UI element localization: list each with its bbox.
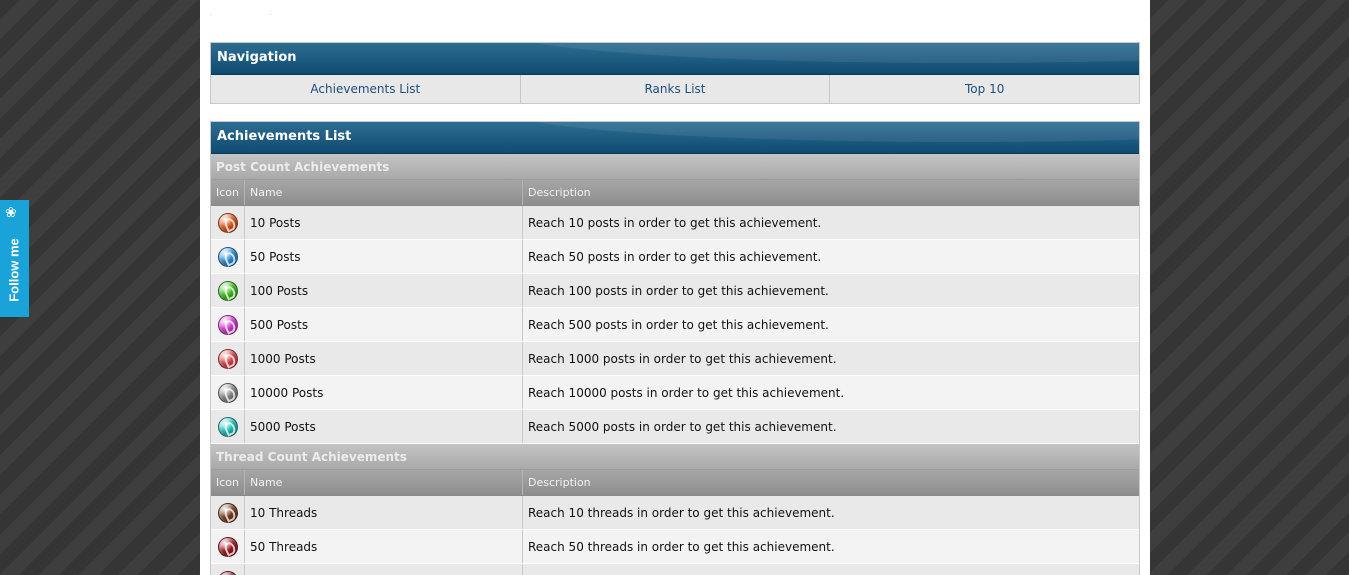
achievements-title: Achievements List (217, 129, 352, 144)
twitter-bird-icon: ❀ (5, 205, 17, 221)
column-header-name: Name (245, 470, 523, 495)
achievement-name: 50 Threads (245, 530, 523, 563)
achievement-name: 10 Threads (245, 496, 523, 529)
column-header-icon: Icon (211, 470, 245, 495)
achievement-row: 500 Posts Reach 500 posts in order to get… (211, 308, 1139, 342)
achievement-medal-icon (217, 280, 238, 301)
achievement-icon-cell (211, 376, 245, 409)
achievement-description: Reach 50 posts in order to get this achi… (528, 249, 822, 264)
achievement-description: Reach 10 threads in order to get this ac… (528, 505, 835, 520)
achievement-medal-icon (217, 246, 238, 267)
column-header-icon: Icon (211, 180, 245, 205)
column-header-row: Icon Name Description (211, 180, 1139, 206)
achievement-description: Reach 500 posts in order to get this ach… (528, 317, 829, 332)
achievement-icon-cell (211, 530, 245, 563)
achievement-description: Reach 5000 posts in order to get this ac… (528, 419, 837, 434)
achievement-row: 5000 Posts Reach 5000 posts in order to g… (211, 410, 1139, 444)
nav-link-top-10[interactable]: Top 10 (830, 75, 1140, 103)
top-divider: · · (210, 12, 300, 19)
achievement-icon-cell (211, 496, 245, 529)
achievement-medal-icon (217, 212, 238, 233)
achievement-medal-icon (217, 348, 238, 369)
column-header-description: Description (528, 186, 591, 199)
achievement-name (245, 564, 523, 575)
achievement-row: 50 Threads Reach 50 threads in order to g… (211, 530, 1139, 564)
achievement-name: 10000 Posts (245, 376, 523, 409)
achievement-row: 100 Posts Reach 100 posts in order to get… (211, 274, 1139, 308)
achievement-description: Reach 100 posts in order to get this ach… (528, 283, 829, 298)
achievement-row: 10 Threads Reach 10 threads in order to g… (211, 496, 1139, 530)
column-header-name: Name (245, 180, 523, 205)
column-header-description: Description (528, 476, 591, 489)
achievement-row: 50 Posts Reach 50 posts in order to get t… (211, 240, 1139, 274)
achievement-row: 10 Posts Reach 10 posts in order to get t… (211, 206, 1139, 240)
achievement-row: 10000 Posts Reach 10000 posts in order to… (211, 376, 1139, 410)
achievement-icon-cell (211, 342, 245, 375)
achievement-description: Reach 50 threads in order to get this ac… (528, 539, 835, 554)
achievement-medal-icon (217, 416, 238, 437)
achievement-row: 1000 Posts Reach 1000 posts in order to g… (211, 342, 1139, 376)
achievement-medal-icon (217, 536, 238, 557)
achievement-name: 1000 Posts (245, 342, 523, 375)
nav-link-ranks-list[interactable]: Ranks List (520, 75, 831, 103)
navigation-panel: Navigation Achievements List Ranks List … (210, 42, 1140, 104)
achievement-description: Reach 10000 posts in order to get this a… (528, 385, 845, 400)
achievements-table: Post Count Achievements Icon Name Descripti… (211, 154, 1139, 575)
achievements-panel: Achievements List Post Count Achievement… (210, 121, 1140, 575)
achievement-icon-cell (211, 308, 245, 341)
achievement-name: 500 Posts (245, 308, 523, 341)
navigation-title: Navigation (217, 50, 297, 65)
achievement-name: 5000 Posts (245, 410, 523, 443)
achievement-medal-icon (217, 570, 238, 575)
achievement-medal-icon (217, 314, 238, 335)
achievement-name: 100 Posts (245, 274, 523, 307)
section-title: Post Count Achievements (211, 154, 1139, 180)
navigation-links: Achievements List Ranks List Top 10 (211, 75, 1140, 103)
achievement-icon-cell (211, 564, 245, 575)
navigation-header: Navigation (211, 43, 1139, 75)
achievement-icon-cell (211, 274, 245, 307)
page-content: · · Navigation Achievements List Ranks L… (200, 0, 1150, 575)
achievement-medal-icon (217, 382, 238, 403)
achievement-description: Reach 1000 posts in order to get this ac… (528, 351, 837, 366)
achievements-header: Achievements List (211, 122, 1139, 154)
column-header-row: Icon Name Description (211, 470, 1139, 496)
achievement-row (211, 564, 1139, 575)
achievement-icon-cell (211, 240, 245, 273)
follow-me-widget[interactable]: ❀ Follow me (0, 200, 29, 317)
achievement-description: Reach 10 posts in order to get this achi… (528, 215, 822, 230)
achievement-description (523, 564, 1139, 575)
achievement-icon-cell (211, 206, 245, 239)
achievement-medal-icon (217, 502, 238, 523)
achievement-icon-cell (211, 410, 245, 443)
achievement-name: 50 Posts (245, 240, 523, 273)
achievement-name: 10 Posts (245, 206, 523, 239)
nav-link-achievements-list[interactable]: Achievements List (211, 75, 521, 103)
follow-me-label: Follow me (6, 238, 22, 302)
section-title: Thread Count Achievements (211, 444, 1139, 470)
